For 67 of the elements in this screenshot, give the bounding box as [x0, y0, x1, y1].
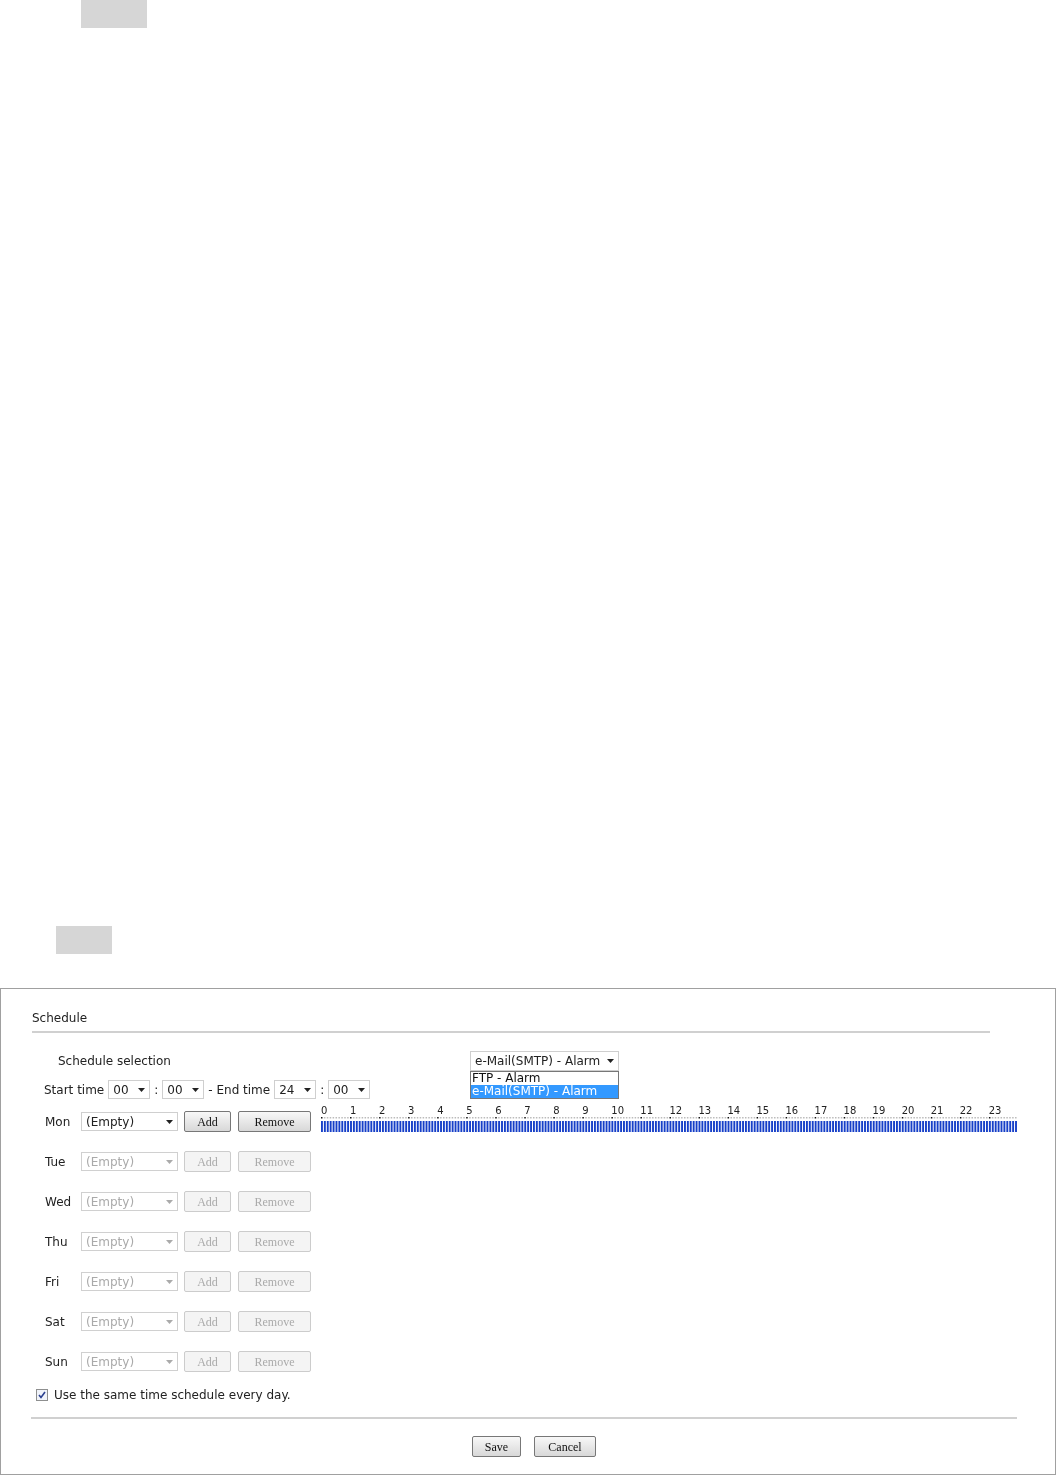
hour-label: 18 — [843, 1105, 858, 1116]
dropdown-option[interactable]: FTP - Alarm — [471, 1072, 618, 1085]
remove-button[interactable]: Remove — [238, 1111, 311, 1132]
hour-label: 15 — [756, 1105, 771, 1116]
minute-select[interactable]: 00 — [328, 1080, 371, 1099]
schedule-dropdown[interactable]: e-Mail(SMTP) - Alarm — [470, 1051, 619, 1071]
caret-icon — [166, 1279, 173, 1284]
hour-label: 16 — [785, 1105, 800, 1116]
hour-label: 11 — [640, 1105, 655, 1116]
dropdown-option[interactable]: e-Mail(SMTP) - Alarm — [471, 1085, 618, 1098]
hour-label: 13 — [698, 1105, 713, 1116]
hour-label: 8 — [553, 1105, 561, 1116]
caret-icon — [138, 1087, 146, 1092]
hour-label: 10 — [611, 1105, 626, 1116]
end-time-label: - End time — [208, 1081, 271, 1099]
hour-label: 20 — [901, 1105, 916, 1116]
cancel-button[interactable]: Cancel — [534, 1436, 596, 1457]
checkbox-label: Use the same time schedule every day. — [54, 1387, 291, 1404]
time-separator: : — [320, 1081, 325, 1099]
caret-icon — [607, 1059, 614, 1063]
caret-icon — [166, 1119, 173, 1124]
caret-icon — [166, 1159, 173, 1164]
checkmark-icon — [38, 1391, 46, 1399]
day-label: Mon — [45, 1113, 72, 1131]
day-label: Fri — [45, 1273, 61, 1291]
caret-icon — [166, 1199, 173, 1204]
time-separator: : — [154, 1081, 159, 1099]
schedule-timeline-drawing[interactable] — [321, 1116, 1018, 1132]
photo-placeholder — [81, 0, 147, 28]
hour-label: 2 — [379, 1105, 387, 1116]
schedule-selection-label: Schedule selection — [58, 1053, 172, 1070]
add-button[interactable]: Add — [184, 1111, 231, 1132]
hour-select[interactable]: 24 — [274, 1080, 317, 1099]
day-label: Sat — [45, 1313, 66, 1331]
start-time-label: Start time — [44, 1081, 105, 1099]
hour-label: 19 — [872, 1105, 887, 1116]
hour-label: 6 — [495, 1105, 503, 1116]
save-button[interactable]: Save — [472, 1436, 521, 1457]
photo-placeholder — [56, 926, 112, 954]
hour-label: 4 — [437, 1105, 445, 1116]
hour-label: 7 — [524, 1105, 532, 1116]
hour-label: 12 — [669, 1105, 684, 1116]
caret-icon — [166, 1319, 173, 1324]
time-range-select[interactable]: (Empty) — [81, 1112, 178, 1131]
caret-icon — [304, 1087, 312, 1092]
hour-label: 9 — [582, 1105, 590, 1116]
hour-label: 22 — [959, 1105, 974, 1116]
day-label: Sun — [45, 1353, 69, 1371]
caret-icon — [166, 1239, 173, 1244]
hour-label: 21 — [930, 1105, 945, 1116]
hour-label: 0 — [321, 1105, 329, 1116]
hour-label: 1 — [350, 1105, 358, 1116]
hour-label: 14 — [727, 1105, 742, 1116]
minute-select[interactable]: 00 — [162, 1080, 205, 1099]
hour-label: 17 — [814, 1105, 829, 1116]
panel-title: Schedule — [32, 1009, 990, 1033]
hour-select[interactable]: 00 — [108, 1080, 151, 1099]
hour-label: 3 — [408, 1105, 416, 1116]
checkbox[interactable] — [36, 1389, 48, 1401]
caret-icon — [192, 1087, 200, 1092]
day-label: Tue — [45, 1153, 67, 1171]
hour-label: 23 — [988, 1105, 1003, 1116]
caret-icon — [166, 1359, 173, 1364]
day-label: Wed — [45, 1193, 73, 1211]
caret-icon — [358, 1087, 366, 1092]
hour-label: 5 — [466, 1105, 474, 1116]
day-label: Thu — [45, 1233, 69, 1251]
